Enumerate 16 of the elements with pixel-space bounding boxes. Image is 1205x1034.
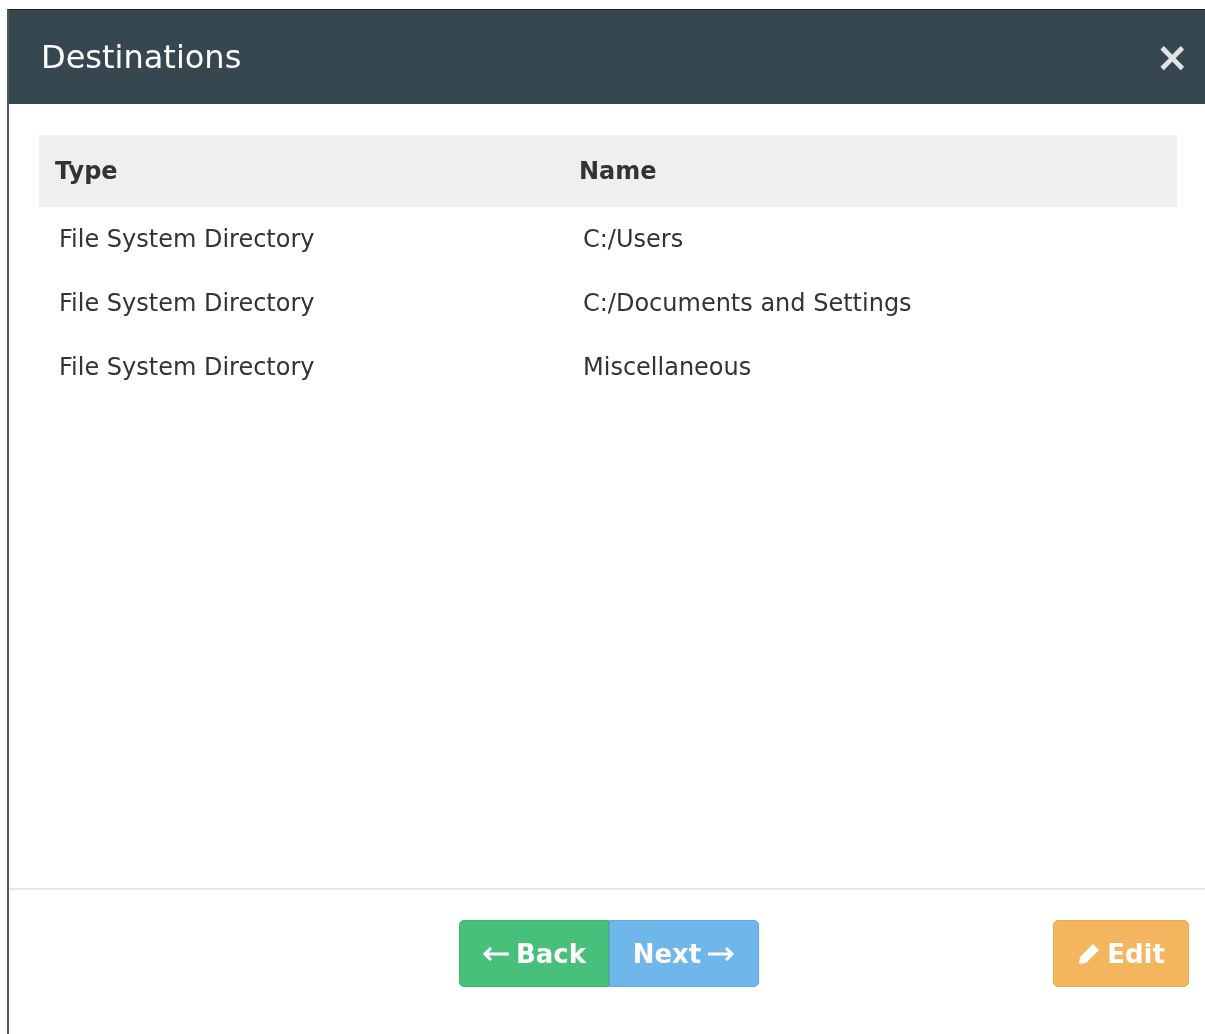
arrow-left-icon: [481, 945, 510, 962]
pencil-icon: [1077, 941, 1102, 966]
table-cell: C:/Users: [563, 207, 1177, 271]
arrow-right-icon: [707, 945, 736, 962]
column-header: Type: [55, 157, 118, 185]
next-button[interactable]: Next: [609, 920, 759, 987]
edit-button[interactable]: Edit: [1053, 920, 1189, 987]
table-cell-text: File System Directory: [58, 288, 316, 319]
table-cell-text: C:/Documents and Settings: [582, 288, 913, 319]
close-button[interactable]: ×: [1155, 37, 1189, 77]
column-header: Name: [579, 157, 657, 185]
table-cell: File System Directory: [39, 207, 563, 271]
dialog-title: Destinations: [41, 38, 243, 76]
table-cell-text: File System Directory: [58, 352, 316, 383]
table-cell-text: Miscellaneous: [582, 352, 753, 383]
back-button[interactable]: Back: [459, 920, 609, 987]
